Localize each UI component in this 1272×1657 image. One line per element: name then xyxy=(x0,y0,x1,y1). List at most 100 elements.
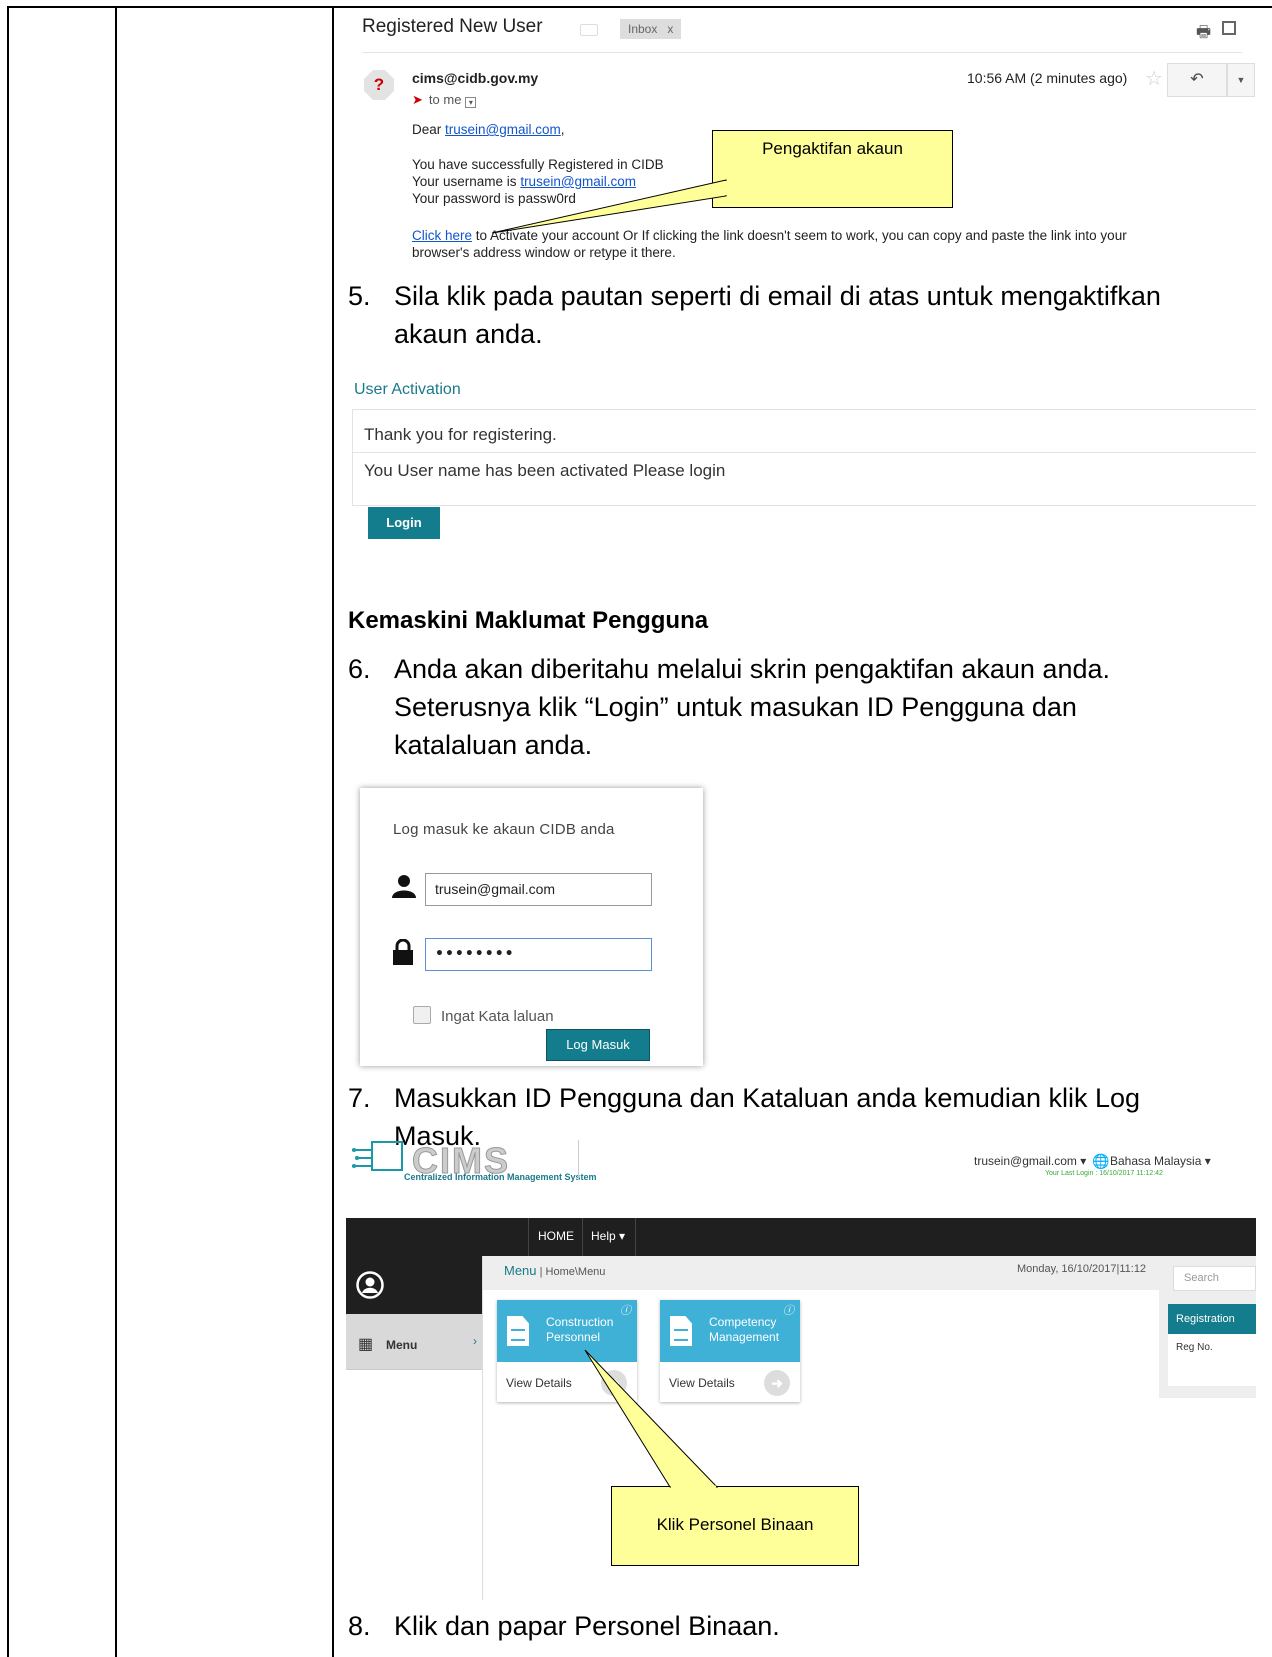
tile-title-line: Personnel xyxy=(546,1330,601,1344)
tile-title-line: Management xyxy=(709,1330,780,1344)
email-greeting: Dear trusein@gmail.com, xyxy=(412,122,565,137)
info-icon[interactable]: ⓘ xyxy=(783,1302,794,1318)
registration-body: Reg No. xyxy=(1168,1334,1256,1386)
email-activation-line: Click here to Activate your account Or I… xyxy=(412,228,1127,243)
breadcrumb-path[interactable]: | Home\Menu xyxy=(537,1266,606,1278)
email-activation-line-2: browser's address window or retype it th… xyxy=(412,245,676,260)
inbox-label-chip[interactable]: Inbox x xyxy=(620,19,682,39)
password-input[interactable]: •••••••• xyxy=(425,938,652,971)
step-text: Anda akan diberitahu melalui skrin penga… xyxy=(394,654,1110,684)
remove-label-icon[interactable]: x xyxy=(667,22,673,36)
remember-label: Ingat Kata laluan xyxy=(441,1008,554,1025)
username-input[interactable]: trusein@gmail.com xyxy=(425,873,652,906)
greeting-text: Dear xyxy=(412,122,446,137)
activation-text: to Activate your account Or If clicking … xyxy=(472,228,1127,243)
activation-divider xyxy=(353,452,1256,453)
step-text: akaun anda. xyxy=(394,319,543,349)
tile-title-line: Competency xyxy=(709,1315,777,1329)
login-card-title: Log masuk ke akaun CIDB anda xyxy=(393,821,615,838)
nav-divider xyxy=(582,1218,583,1256)
step-text: katalaluan anda. xyxy=(394,730,593,760)
email-subject: Registered New User xyxy=(362,16,543,37)
view-details-link[interactable]: View Details xyxy=(669,1376,735,1390)
table-column-divider xyxy=(115,6,117,1657)
star-icon[interactable]: ☆ xyxy=(1145,66,1163,91)
cims-logo-subtitle: Centralized Information Management Syste… xyxy=(404,1172,597,1182)
profile-avatar-icon[interactable] xyxy=(356,1271,384,1304)
step-text: Masukkan ID Pengguna dan Kataluan anda k… xyxy=(394,1083,1141,1113)
email-timestamp: 10:56 AM (2 minutes ago) xyxy=(967,70,1128,86)
nav-divider xyxy=(635,1218,636,1256)
arrow-right-icon[interactable]: ➜ xyxy=(764,1370,790,1396)
lock-icon xyxy=(392,938,414,970)
callout-personnel: Klik Personel Binaan xyxy=(611,1486,859,1566)
greeting-comma: , xyxy=(560,122,565,137)
user-icon xyxy=(392,874,416,903)
nav-home[interactable]: HOME xyxy=(538,1229,574,1243)
activation-link[interactable]: Click here xyxy=(412,228,472,243)
inbox-label-text: Inbox xyxy=(628,22,658,36)
arrow-right-icon[interactable]: ➜ xyxy=(601,1370,627,1396)
login-button[interactable]: Login xyxy=(368,507,440,539)
dashboard-icon: ▦ xyxy=(358,1336,374,1353)
registration-header: Registration xyxy=(1168,1304,1256,1334)
breadcrumb-title: Menu xyxy=(504,1263,537,1278)
reg-no-label: Reg No. xyxy=(1176,1342,1213,1353)
sender-avatar-icon: ? xyxy=(364,70,394,100)
details-dropdown-icon[interactable]: ▾ xyxy=(465,97,477,108)
table-column-divider xyxy=(332,6,334,1657)
globe-icon: 🌐 xyxy=(1092,1153,1110,1169)
email-success-line: You have successfully Registered in CIDB xyxy=(412,157,664,172)
step-number: 8. xyxy=(348,1611,371,1641)
chevron-right-icon: › xyxy=(473,1334,477,1348)
remember-checkbox[interactable] xyxy=(413,1006,431,1024)
header-divider xyxy=(578,1140,579,1180)
greeting-email-link[interactable]: trusein@gmail.com xyxy=(445,122,561,137)
label-icon[interactable] xyxy=(580,24,598,36)
log-masuk-button[interactable]: Log Masuk xyxy=(546,1029,650,1061)
step-number: 5. xyxy=(348,281,371,311)
language-dropdown[interactable]: Bahasa Malaysia ▾ xyxy=(1110,1154,1211,1168)
activation-panel xyxy=(352,409,1256,506)
tile-title: Construction Personnel xyxy=(546,1315,613,1345)
section-heading: Kemaskini Maklumat Pengguna xyxy=(348,607,709,634)
document-lines xyxy=(674,1329,688,1341)
step-text: Sila klik pada pautan seperti di email d… xyxy=(394,281,1161,311)
nav-divider xyxy=(528,1218,529,1256)
more-options-button[interactable]: ▼ xyxy=(1227,63,1255,97)
activation-thanks: Thank you for registering. xyxy=(364,425,557,444)
recipient-line: ➤ to me ▾ xyxy=(412,92,477,108)
user-activation-title: User Activation xyxy=(354,381,461,398)
content-left-border xyxy=(482,1256,483,1600)
reply-button[interactable]: ↶ xyxy=(1167,63,1227,97)
step-5: 5. Sila klik pada pautan seperti di email… xyxy=(348,277,1161,353)
last-login-text: Your Last Login : 16/10/2017 11:12:42 xyxy=(1045,1170,1163,1177)
step-8: 8. Klik dan papar Personel Binaan. xyxy=(348,1607,780,1645)
sidebar-menu-label: Menu xyxy=(386,1338,418,1352)
new-window-icon[interactable] xyxy=(1222,21,1236,35)
important-marker-icon[interactable]: ➤ xyxy=(412,92,423,107)
search-input[interactable]: Search xyxy=(1173,1266,1256,1291)
step-text: Seterusnya klik “Login” untuk masukan ID… xyxy=(394,692,1077,722)
view-details-link[interactable]: View Details xyxy=(506,1376,572,1390)
step-text: Klik dan papar Personel Binaan. xyxy=(394,1611,780,1641)
step-number: 7. xyxy=(348,1083,371,1113)
current-datetime: Monday, 16/10/2017|11:12 xyxy=(1017,1263,1147,1275)
info-icon[interactable]: ⓘ xyxy=(620,1302,631,1318)
sender-address[interactable]: cims@cidb.gov.my xyxy=(412,70,538,86)
email-header-divider xyxy=(362,52,1242,53)
tile-competency-management[interactable]: Competency Management ⓘ View Details ➜ xyxy=(660,1300,800,1402)
print-icon[interactable]: 🖶 xyxy=(1196,21,1211,48)
top-navbar xyxy=(346,1218,1256,1256)
activation-message: You User name has been activated Please … xyxy=(364,461,726,480)
nav-help[interactable]: Help ▾ xyxy=(591,1229,625,1243)
username-prefix: Your username is xyxy=(412,174,521,189)
email-password-line: Your password is passw0rd xyxy=(412,191,576,206)
document-lines xyxy=(511,1329,525,1341)
email-username-line: Your username is trusein@gmail.com xyxy=(412,174,636,189)
username-email-link[interactable]: trusein@gmail.com xyxy=(520,174,636,189)
tile-construction-personnel[interactable]: Construction Personnel ⓘ View Details ➜ xyxy=(497,1300,637,1402)
step-number: 6. xyxy=(348,654,371,684)
user-account-dropdown[interactable]: trusein@gmail.com ▾ xyxy=(974,1154,1086,1168)
tile-title: Competency Management xyxy=(709,1315,779,1345)
